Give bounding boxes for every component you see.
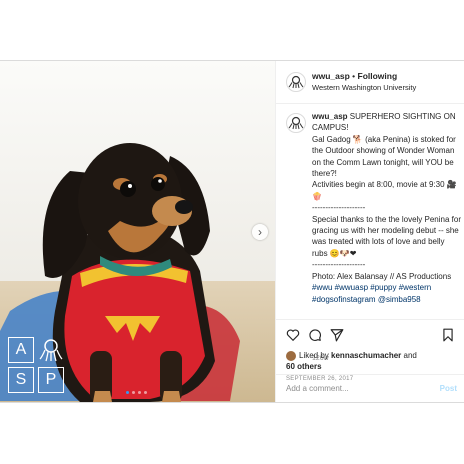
likes-summary: Liked by kennaschumacher and 60 others xyxy=(286,350,417,372)
likes-prefix: Liked by xyxy=(299,351,332,360)
likes-others-link[interactable]: 60 others xyxy=(286,362,322,371)
carousel-dot xyxy=(132,391,135,394)
caption-hashtags[interactable]: #wwu #wwuasp #puppy #western #dogsofinst… xyxy=(312,283,433,303)
post-header: wwu_asp • Following Western Washington U… xyxy=(276,61,464,104)
share-icon[interactable] xyxy=(330,328,344,342)
header-separator: • xyxy=(349,71,358,81)
post-photo[interactable]: › A S P xyxy=(0,61,275,402)
carousel-dot xyxy=(138,391,141,394)
carousel-next-button[interactable]: › xyxy=(252,224,268,240)
logo-letter-s: S xyxy=(8,367,34,393)
avatar[interactable] xyxy=(286,113,306,133)
caption-text: wwu_asp SUPERHERO SIGHTING ON CAMPUS! Ga… xyxy=(312,111,462,305)
carousel-dots xyxy=(126,391,147,394)
octopus-icon xyxy=(38,337,64,363)
comment-box: Add a comment... Post xyxy=(276,374,464,403)
post-details-pane: wwu_asp • Following Western Washington U… xyxy=(275,61,464,402)
liker-username[interactable]: kennaschumacher xyxy=(331,351,401,360)
comment-icon[interactable] xyxy=(308,328,322,342)
carousel-dot xyxy=(126,391,129,394)
octopus-icon xyxy=(288,116,304,130)
bookmark-icon[interactable] xyxy=(441,328,455,342)
liker-avatar[interactable] xyxy=(286,350,296,361)
caption-username[interactable]: wwu_asp xyxy=(312,112,348,121)
post-comment-button[interactable]: Post xyxy=(440,384,457,393)
location-link[interactable]: Western Washington University xyxy=(312,83,416,92)
header-username-row: wwu_asp • Following xyxy=(312,71,397,81)
comment-input[interactable]: Add a comment... xyxy=(286,384,349,393)
username-link[interactable]: wwu_asp xyxy=(312,71,350,81)
heart-icon[interactable] xyxy=(286,328,300,342)
carousel-dot xyxy=(144,391,147,394)
avatar[interactable] xyxy=(286,72,306,92)
logo-letter-p: P xyxy=(38,367,64,393)
logo-letter-a: A xyxy=(8,337,34,363)
likes-middle: and xyxy=(401,351,417,360)
octopus-icon xyxy=(288,75,304,89)
following-button[interactable]: Following xyxy=(358,71,398,81)
asp-logo: A S P xyxy=(8,337,64,393)
caption-body: SUPERHERO SIGHTING ON CAMPUS! Gal Gadog … xyxy=(312,112,461,281)
instagram-post: › A S P wwu_asp • Following Western Wash… xyxy=(0,60,464,403)
